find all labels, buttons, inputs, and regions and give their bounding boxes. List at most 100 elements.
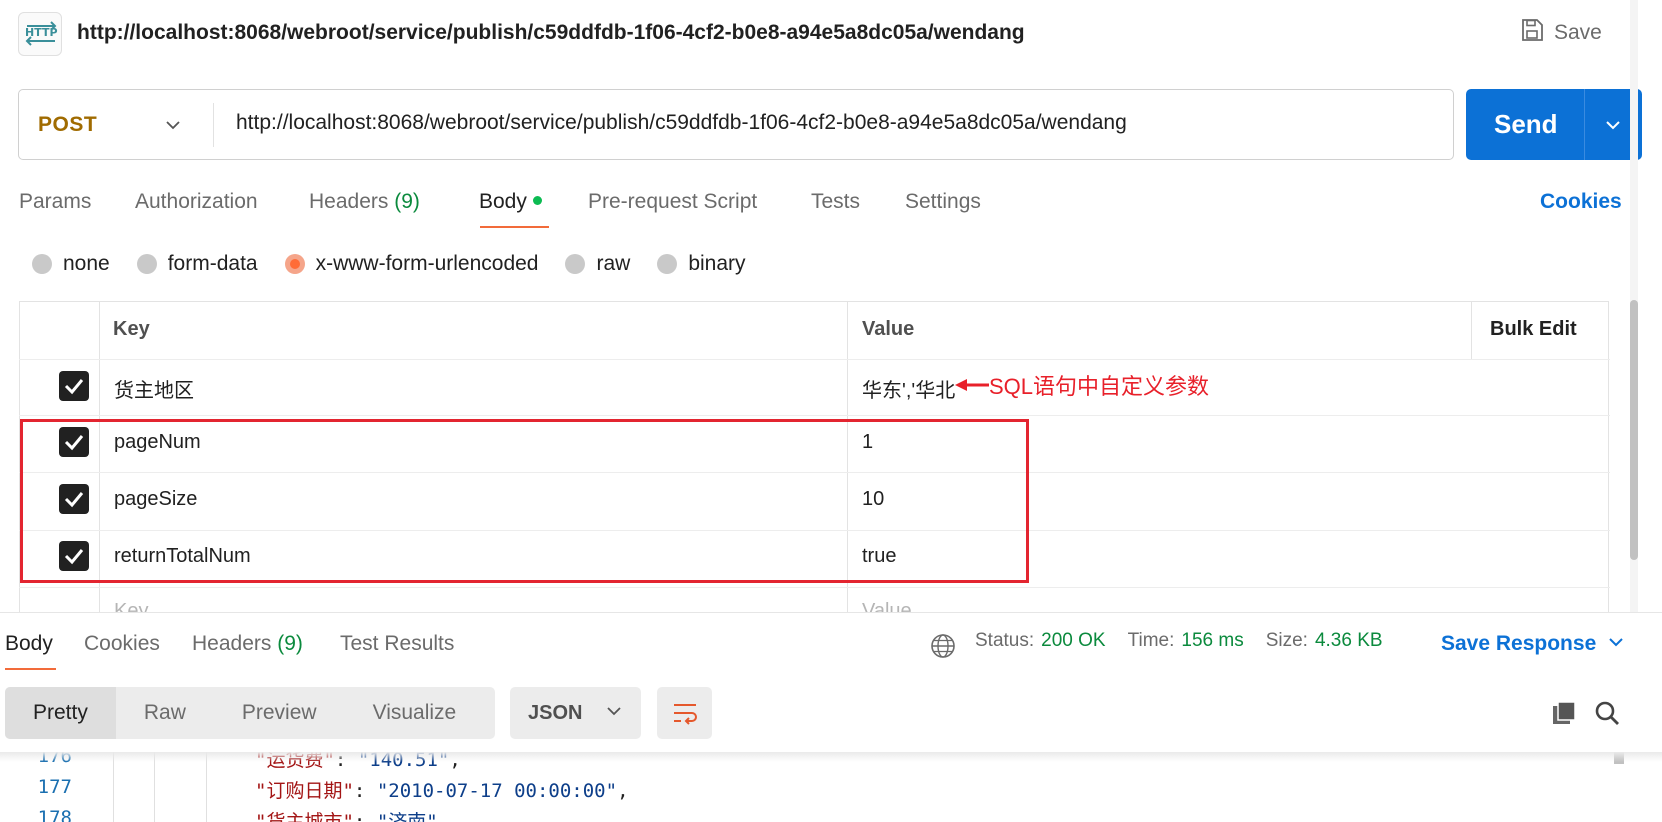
http-icon: HTTP xyxy=(18,12,62,56)
search-icon[interactable] xyxy=(1593,699,1621,732)
save-response-label: Save Response xyxy=(1441,632,1597,655)
check-icon xyxy=(64,379,84,395)
annotation-callout: SQL语句中自定义参数 xyxy=(955,369,1209,401)
row-divider xyxy=(19,415,1610,416)
radio-none[interactable]: none xyxy=(32,252,110,276)
view-pretty[interactable]: Pretty xyxy=(5,687,116,739)
response-code-viewer[interactable]: 176 "运货费": "140.51", 177 "订购日期": "2010-0… xyxy=(0,752,1662,822)
tab-active-indicator xyxy=(480,226,549,228)
line-number: 177 xyxy=(37,776,72,798)
json-key: 订购日期 xyxy=(266,780,343,802)
json-value: 济南 xyxy=(388,811,427,822)
tab-headers-label: Headers xyxy=(309,190,389,213)
tab-authorization[interactable]: Authorization xyxy=(135,190,258,214)
radio-raw[interactable]: raw xyxy=(565,252,630,276)
divider xyxy=(213,103,214,147)
indent-guide xyxy=(154,752,155,822)
wrap-lines-icon xyxy=(673,704,697,725)
radio-circle[interactable] xyxy=(136,254,157,274)
radio-urlencoded[interactable]: x-www-form-urlencoded xyxy=(284,252,539,276)
arrow-left-icon xyxy=(955,379,989,391)
tab-body[interactable]: Body xyxy=(479,190,542,214)
new-param-row: Key Value xyxy=(99,588,1610,612)
save-button[interactable]: Save xyxy=(1520,18,1602,48)
key-placeholder[interactable]: Key xyxy=(114,600,148,612)
method-select[interactable]: POST xyxy=(38,113,97,137)
radio-binary[interactable]: binary xyxy=(657,252,746,276)
save-response-button[interactable]: Save Response xyxy=(1441,632,1624,656)
json-key: 货主城市 xyxy=(266,811,343,822)
response-tab-cookies[interactable]: Cookies xyxy=(84,632,160,656)
radio-label: form-data xyxy=(167,252,258,275)
scrollbar-thumb[interactable] xyxy=(1630,300,1638,560)
tab-body-label: Body xyxy=(479,190,527,213)
chevron-down-icon xyxy=(606,702,622,725)
cookies-link[interactable]: Cookies xyxy=(1540,190,1622,214)
line-number: 178 xyxy=(37,807,72,822)
wrap-lines-button[interactable] xyxy=(657,687,712,739)
code-line: "货主城市": "济南", xyxy=(255,807,449,822)
param-value[interactable]: 华东','华北 xyxy=(862,374,955,403)
radio-circle[interactable] xyxy=(32,254,52,274)
toolbar-shadow xyxy=(0,752,1662,762)
radio-circle-selected[interactable] xyxy=(284,254,305,274)
save-icon xyxy=(1520,18,1544,48)
tab-headers[interactable]: Headers (9) xyxy=(309,190,420,214)
headers-count: (9) xyxy=(277,632,303,655)
time-label: Time: xyxy=(1127,630,1175,651)
response-view-switcher: Pretty Raw Preview Visualize xyxy=(5,687,495,739)
radio-label: x-www-form-urlencoded xyxy=(315,252,539,275)
divider xyxy=(1584,89,1585,160)
bulk-edit-button[interactable]: Bulk Edit xyxy=(1490,318,1577,341)
size-label: Size: xyxy=(1265,630,1308,651)
key-column-header: Key xyxy=(113,318,150,340)
status-value[interactable]: 200 OK xyxy=(1041,630,1105,652)
url-input[interactable]: http://localhost:8068/webroot/service/pu… xyxy=(236,111,1127,135)
view-visualize[interactable]: Visualize xyxy=(345,687,485,739)
response-tab-headers-label: Headers xyxy=(192,632,272,655)
size-value[interactable]: 4.36 KB xyxy=(1315,630,1383,652)
radio-circle[interactable] xyxy=(565,254,586,274)
param-key[interactable]: 货主地区 xyxy=(114,374,194,403)
radio-label: binary xyxy=(688,252,746,275)
chevron-down-icon xyxy=(1608,632,1624,656)
globe-icon[interactable] xyxy=(930,633,956,664)
chevron-down-icon[interactable] xyxy=(164,116,182,139)
annotation-text: SQL语句中自定义参数 xyxy=(989,374,1210,399)
response-tab-headers[interactable]: Headers (9) xyxy=(192,632,303,656)
time-value[interactable]: 156 ms xyxy=(1181,630,1243,652)
headers-count: (9) xyxy=(394,190,420,213)
code-line: "订购日期": "2010-07-17 00:00:00", xyxy=(255,780,629,802)
json-value: 2010-07-17 00:00:00 xyxy=(388,780,606,802)
view-preview[interactable]: Preview xyxy=(214,687,345,739)
view-raw[interactable]: Raw xyxy=(116,687,214,739)
radio-label: raw xyxy=(596,252,631,275)
tab-params[interactable]: Params xyxy=(19,190,91,214)
radio-circle[interactable] xyxy=(657,254,678,274)
status-label: Status: xyxy=(975,630,1035,651)
value-placeholder[interactable]: Value xyxy=(862,600,912,612)
format-dropdown[interactable]: JSON xyxy=(510,687,641,739)
body-type-selector: none form-data x-www-form-urlencoded raw… xyxy=(32,252,773,276)
radio-label: none xyxy=(63,252,110,275)
tab-tests[interactable]: Tests xyxy=(811,190,860,214)
response-meta: Status: 200 OK Time: 156 ms Size: 4.36 K… xyxy=(975,630,1405,652)
row-divider xyxy=(19,359,1610,360)
column-divider xyxy=(1471,301,1472,360)
send-label[interactable]: Send xyxy=(1494,109,1558,140)
tab-active-indicator xyxy=(5,668,56,670)
tab-prerequest-script[interactable]: Pre-request Script xyxy=(588,190,757,214)
response-tab-test-results[interactable]: Test Results xyxy=(340,632,454,656)
request-title[interactable]: http://localhost:8068/webroot/service/pu… xyxy=(77,21,1025,45)
indent-guide xyxy=(113,752,114,822)
body-indicator-dot xyxy=(532,195,542,205)
copy-icon[interactable] xyxy=(1550,699,1578,732)
divider xyxy=(0,612,1662,613)
response-tab-body[interactable]: Body xyxy=(5,632,53,656)
value-column-header: Value xyxy=(862,318,915,340)
radio-form-data[interactable]: form-data xyxy=(136,252,258,276)
checkbox-checked[interactable] xyxy=(59,371,89,401)
tab-settings[interactable]: Settings xyxy=(905,190,981,214)
format-label: JSON xyxy=(528,701,583,724)
chevron-down-icon[interactable] xyxy=(1604,116,1622,139)
